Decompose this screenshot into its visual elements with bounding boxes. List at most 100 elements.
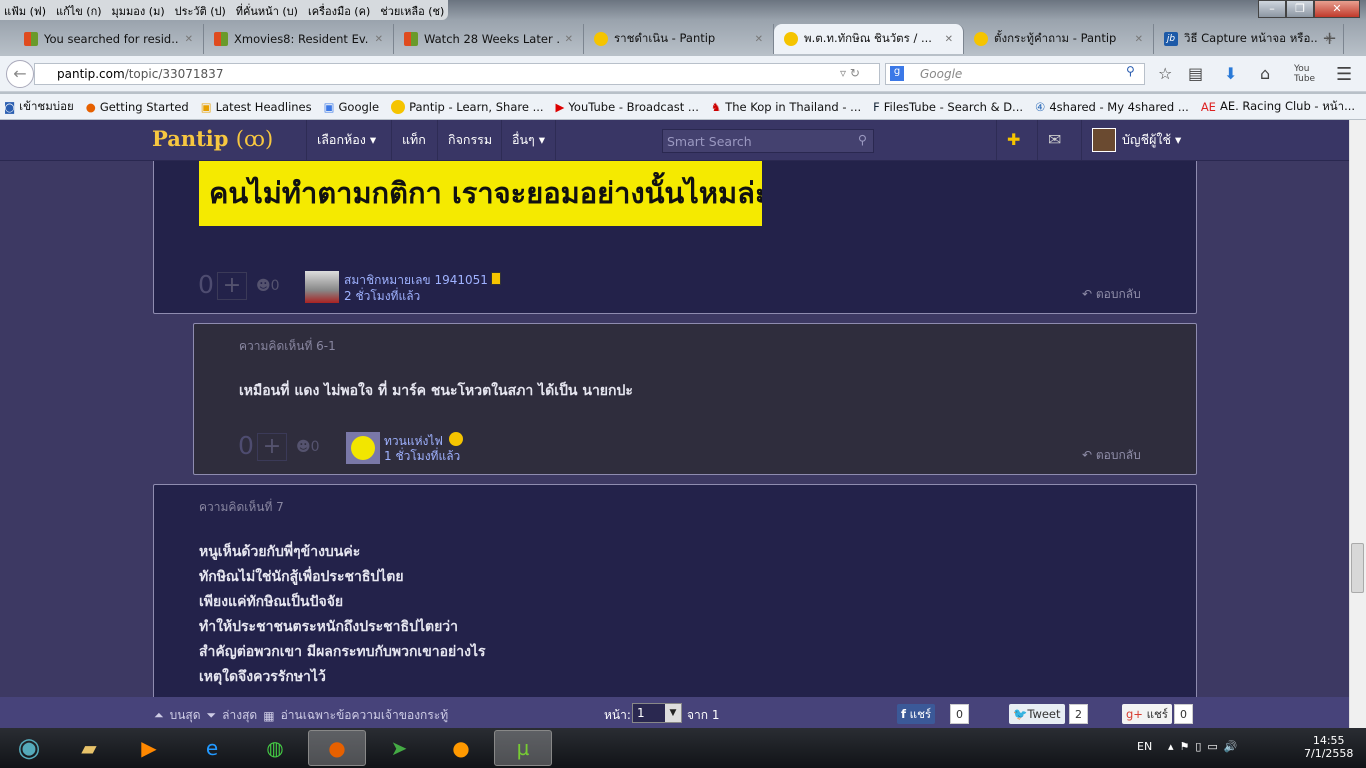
- firefox-icon[interactable]: ●: [308, 730, 366, 766]
- menu-icon[interactable]: ☰: [1336, 64, 1352, 85]
- close-button[interactable]: ✕: [1314, 0, 1360, 18]
- bookmark[interactable]: ♞ The Kop in Thailand - ...: [711, 99, 861, 114]
- idm-icon[interactable]: ➤: [370, 730, 428, 766]
- top-link[interactable]: บนสุด: [170, 706, 201, 725]
- menu-edit[interactable]: แก้ไข (ก): [56, 2, 102, 18]
- menu-history[interactable]: ประวัติ (ป): [175, 2, 226, 18]
- bookmark[interactable]: ● Getting Started: [86, 99, 189, 114]
- youtube-icon[interactable]: You Tube: [1294, 64, 1315, 84]
- bookmark[interactable]: ④ 4shared - My 4shared ...: [1035, 99, 1189, 114]
- scroll-top-icon[interactable]: ⏶: [154, 708, 164, 723]
- plus-vote-button[interactable]: +: [217, 272, 247, 300]
- bookmark[interactable]: ▶ YouTube - Broadcast ...: [556, 99, 699, 114]
- reload-icon[interactable]: ▿ ↻: [840, 66, 860, 80]
- plus-vote-button[interactable]: +: [257, 433, 287, 461]
- reply-button[interactable]: ↶ ตอบกลับ: [1082, 285, 1141, 304]
- laugh-emoji-icon: [449, 432, 463, 446]
- bookmark[interactable]: AE AE. Racing Club - หน้า...: [1201, 99, 1355, 114]
- close-tab-icon[interactable]: ✕: [565, 34, 573, 45]
- bookmark[interactable]: ◙ เข้าชมบ่อย: [4, 99, 74, 114]
- search-icon[interactable]: ⚲: [1126, 64, 1135, 78]
- ie-icon[interactable]: e: [183, 730, 241, 766]
- search-input[interactable]: Google: [885, 63, 1145, 85]
- avatar[interactable]: [305, 271, 339, 303]
- minimize-button[interactable]: –: [1258, 0, 1286, 18]
- gplus-share-button[interactable]: g+ แชร์: [1122, 704, 1172, 724]
- close-tab-icon[interactable]: ✕: [185, 34, 193, 45]
- emotion-count[interactable]: ☻0: [256, 278, 280, 294]
- menu-bookmarks[interactable]: ที่คั่นหน้า (บ): [236, 2, 298, 18]
- mail-icon[interactable]: ✉: [1037, 120, 1071, 160]
- menu-help[interactable]: ช่วยเหลือ (ช): [380, 2, 444, 18]
- menu-tools[interactable]: เครื่องมือ (ค): [308, 2, 370, 18]
- tab-active[interactable]: พ.ต.ท.ทักษิณ ชินวัตร / ... ✕: [774, 24, 964, 54]
- smart-search-input[interactable]: Smart Search ⚲: [662, 129, 874, 153]
- mobile-badge-icon: [491, 272, 501, 285]
- clock[interactable]: 14:55 7/1/2558: [1304, 734, 1353, 760]
- tweet-button[interactable]: 🐦Tweet: [1009, 704, 1065, 724]
- gom-player-icon[interactable]: ●: [432, 730, 490, 766]
- footer-links: ⏶ บนสุด ⏷ ล่างสุด ▦ อ่านเฉพาะข้อความเจ้าของ…: [154, 706, 448, 725]
- emotion-count[interactable]: ☻0: [296, 439, 320, 455]
- chevron-down-icon: ▼: [665, 704, 681, 722]
- close-tab-icon[interactable]: ✕: [375, 34, 383, 45]
- tab[interactable]: ตั้งกระทู้คำถาม - Pantip ✕: [964, 24, 1154, 54]
- close-tab-icon[interactable]: ✕: [755, 34, 763, 45]
- chrome-icon[interactable]: ◍: [246, 730, 304, 766]
- pantip-smiley-icon: [391, 99, 406, 114]
- bookmark[interactable]: F FilesTube - Search & D...: [873, 99, 1023, 114]
- pantip-logo[interactable]: Pantip (ꝏ): [152, 126, 273, 151]
- page-select[interactable]: 1 ▼: [632, 703, 682, 723]
- clipboard-icon[interactable]: ▤: [1188, 64, 1203, 83]
- google-icon[interactable]: g: [890, 66, 904, 81]
- nav-more[interactable]: อื่นๆ ▾: [501, 120, 557, 160]
- back-button[interactable]: ←: [6, 60, 34, 88]
- tab[interactable]: jb วิธี Capture หน้าจอ หรือ... ✕: [1154, 24, 1344, 54]
- tab[interactable]: Xmovies8: Resident Ev... ✕: [204, 24, 394, 54]
- bookmark[interactable]: ▣ Google: [324, 99, 379, 114]
- scrollbar-thumb[interactable]: [1351, 543, 1364, 593]
- account-menu[interactable]: บัญชีผู้ใช้ ▾: [1081, 120, 1191, 160]
- nav-activities[interactable]: กิจกรรม: [437, 120, 502, 160]
- bookmark[interactable]: Pantip - Learn, Share ...: [391, 99, 544, 114]
- media-player-icon[interactable]: ▶: [120, 730, 178, 766]
- close-tab-icon[interactable]: ✕: [945, 34, 953, 45]
- rss-icon: ▣: [200, 99, 212, 114]
- nav-tags[interactable]: แท็ก: [391, 120, 436, 160]
- tab[interactable]: ราชดำเนิน - Pantip ✕: [584, 24, 774, 54]
- owner-filter-icon[interactable]: ▦: [263, 709, 274, 723]
- nav-select-room[interactable]: เลือกห้อง ▾: [306, 120, 386, 160]
- restore-button[interactable]: ❐: [1286, 0, 1314, 18]
- comment-label: ความคิดเห็นที่ 7: [199, 500, 284, 514]
- menu-view[interactable]: มุมมอง (ม): [112, 2, 165, 18]
- reply-button[interactable]: ↶ ตอบกลับ: [1082, 446, 1141, 465]
- download-icon[interactable]: ⬇: [1224, 64, 1237, 83]
- bookmarks-bar: ◙ เข้าชมบ่อย ● Getting Started ▣ Latest Hea…: [0, 94, 1366, 119]
- url-bar[interactable]: pantip.com/topic/33071837: [34, 63, 880, 85]
- avatar[interactable]: [346, 432, 380, 464]
- tab[interactable]: Watch 28 Weeks Later ... ✕: [394, 24, 584, 54]
- reply-icon: ↶: [1082, 448, 1093, 462]
- menu-file[interactable]: แฟ้ม (ฟ): [4, 2, 46, 18]
- scrollbar[interactable]: [1349, 120, 1366, 728]
- menu-bar: แฟ้ม (ฟ) แก้ไข (ก) มุมมอง (ม) ประวัติ (ป…: [0, 0, 449, 20]
- scroll-bottom-icon[interactable]: ⏷: [207, 708, 217, 723]
- facebook-share-button[interactable]: f แชร์: [897, 704, 936, 724]
- close-tab-icon[interactable]: ✕: [1135, 34, 1143, 45]
- search-icon[interactable]: ⚲: [858, 132, 867, 147]
- tray-icons[interactable]: ▴⚑▯▭🔊: [1168, 740, 1244, 753]
- home-icon[interactable]: ⌂: [1260, 64, 1270, 83]
- owner-only-link[interactable]: อ่านเฉพาะข้อความเจ้าของกระทู้: [281, 706, 449, 725]
- start-button[interactable]: ◉: [0, 730, 58, 766]
- bookmark[interactable]: ▣ Latest Headlines: [201, 99, 312, 114]
- new-topic-icon[interactable]: ✚: [996, 120, 1030, 160]
- bottom-link[interactable]: ล่างสุด: [222, 706, 257, 725]
- popcorn-icon: [24, 32, 38, 46]
- new-tab-button[interactable]: +: [1322, 28, 1337, 49]
- star-icon[interactable]: ☆: [1158, 64, 1172, 83]
- language-indicator[interactable]: EN: [1137, 740, 1152, 753]
- tab[interactable]: You searched for resid... ✕: [14, 24, 204, 54]
- utorrent-icon[interactable]: µ: [494, 730, 552, 766]
- explorer-icon[interactable]: ▰: [60, 730, 118, 766]
- pantip-smiley-icon: [594, 32, 608, 46]
